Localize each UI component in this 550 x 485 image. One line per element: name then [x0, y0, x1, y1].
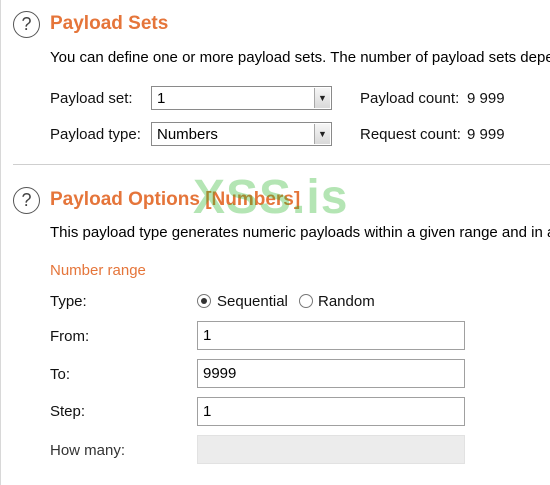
step-label: Step: [50, 403, 86, 420]
radio-sequential-label[interactable]: Sequential [217, 293, 288, 310]
help-icon[interactable]: ? [13, 187, 40, 214]
request-count-label: Request count: [360, 126, 461, 143]
intruder-payloads-panel: ? Payload Sets You can define one or mor… [0, 0, 550, 485]
payload-set-select[interactable]: 1 ▼ [151, 86, 332, 110]
chevron-down-icon[interactable]: ▼ [314, 124, 330, 144]
to-label: To: [50, 366, 71, 383]
payload-type-value: Numbers [157, 126, 218, 143]
payload-set-label: Payload set: [50, 90, 133, 107]
payload-type-label: Payload type: [50, 126, 141, 143]
radio-random-label[interactable]: Random [318, 293, 375, 310]
step-field[interactable]: 1 [197, 397, 465, 426]
payload-sets-description: You can define one or more payload sets.… [50, 49, 550, 66]
radio-sequential[interactable] [197, 294, 211, 308]
from-label: From: [50, 328, 90, 345]
to-field[interactable]: 9999 [197, 359, 465, 388]
chevron-down-icon[interactable]: ▼ [314, 88, 330, 108]
payload-count-label: Payload count: [360, 90, 460, 107]
watermark-logo: XSS.is [193, 171, 349, 224]
payload-type-select[interactable]: Numbers ▼ [151, 122, 332, 146]
from-field[interactable]: 1 [197, 321, 465, 350]
request-count-value: 9 999 [467, 126, 505, 143]
payload-set-value: 1 [157, 90, 166, 107]
how-many-field [197, 435, 465, 464]
how-many-label: How many: [50, 442, 126, 459]
help-icon[interactable]: ? [13, 11, 40, 38]
payload-count-value: 9 999 [467, 90, 505, 107]
number-range-heading: Number range [50, 262, 146, 279]
payload-options-description: This payload type generates numeric payl… [50, 224, 550, 241]
section-divider [13, 164, 550, 165]
payload-sets-title: Payload Sets [50, 13, 169, 34]
type-label: Type: [50, 293, 87, 310]
radio-random[interactable] [299, 294, 313, 308]
